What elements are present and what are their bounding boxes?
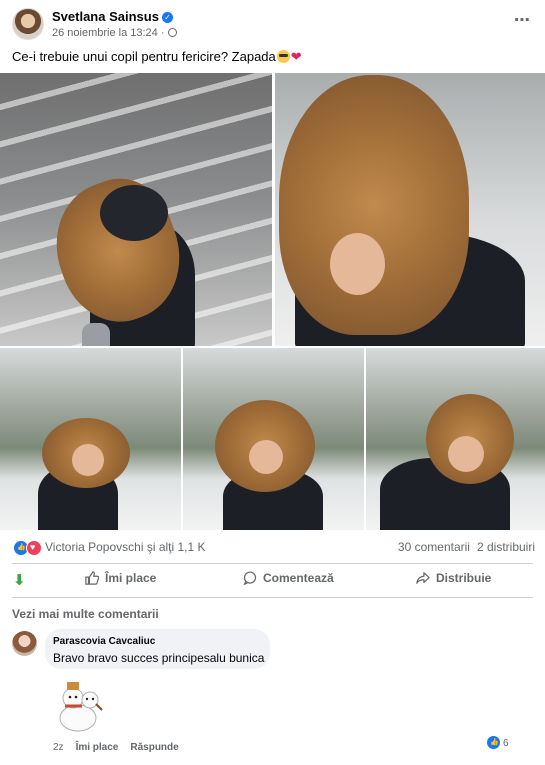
comment-meta: 2z Îmi place Răspunde xyxy=(53,742,191,753)
verified-badge-icon: ✓ xyxy=(161,12,173,23)
sunglasses-emoji-icon xyxy=(276,50,290,63)
comment-reaction-count: 6 xyxy=(503,738,509,749)
author-avatar[interactable] xyxy=(12,8,44,40)
share-count[interactable]: 2 distribuiri xyxy=(477,540,535,554)
comment-button[interactable]: Comentează xyxy=(243,571,334,585)
comment-bubble-icon xyxy=(243,571,257,585)
child-face-shape xyxy=(72,444,104,476)
share-button[interactable]: Distribuie xyxy=(416,571,491,585)
glove-shape xyxy=(82,323,110,346)
post-photo-2[interactable] xyxy=(275,73,545,346)
like-label: Îmi place xyxy=(105,571,157,585)
heart-emoji-icon: ❤ xyxy=(290,49,302,64)
reactions-summary: Victoria Popovschi şi alţi 1,1 K 30 come… xyxy=(0,534,545,560)
post-meta: 26 noiembrie la 13:24 · xyxy=(52,27,177,39)
author-name[interactable]: Svetlana Sainsus xyxy=(52,9,159,24)
fur-hat-shape xyxy=(279,75,469,335)
reactors-text[interactable]: Victoria Popovschi şi alţi 1,1 K xyxy=(45,540,206,554)
comment-like-link[interactable]: Îmi place xyxy=(76,742,119,753)
more-options-icon[interactable]: ⋯ xyxy=(514,10,531,30)
post-header: Svetlana Sainsus ✓ 26 noiembrie la 13:24 … xyxy=(0,0,545,44)
divider xyxy=(12,563,533,564)
post-photo-5[interactable] xyxy=(366,348,545,530)
engagement-counts: 30 comentarii 2 distribuiri xyxy=(391,540,535,554)
love-reaction-icon[interactable] xyxy=(26,540,42,556)
view-more-comments-link[interactable]: Vezi mai multe comentarii xyxy=(12,607,159,621)
child-face-shape xyxy=(249,440,283,474)
share-label: Distribuie xyxy=(436,571,492,585)
like-button[interactable]: Îmi place xyxy=(85,571,156,585)
comment-reply-link[interactable]: Răspunde xyxy=(130,742,178,753)
post-timestamp[interactable]: 26 noiembrie la 13:24 xyxy=(52,27,158,39)
thumbs-up-icon xyxy=(85,571,99,585)
comment-count[interactable]: 30 comentarii xyxy=(398,540,470,554)
commenter-avatar[interactable] xyxy=(12,631,37,656)
globe-icon xyxy=(167,28,177,37)
comment-reactions[interactable]: 6 xyxy=(487,736,509,750)
boost-arrow-icon[interactable]: ⬇ xyxy=(13,571,26,589)
post-photo-4[interactable] xyxy=(183,348,364,530)
child-face-shape xyxy=(448,436,484,472)
divider xyxy=(12,597,533,598)
snowman-sticker-icon xyxy=(59,682,103,732)
comment-text: Bravo bravo succes principesalu bunica xyxy=(53,651,265,665)
hat-top-shape xyxy=(100,185,168,241)
author-name-row: Svetlana Sainsus ✓ xyxy=(52,9,173,24)
comment-author[interactable]: Parascovia Cavcaliuc xyxy=(53,636,155,647)
comment-time[interactable]: 2z xyxy=(53,742,64,753)
post-actions: ⬇ Îmi place Comentează Distribuie xyxy=(0,565,545,595)
comment-label: Comentează xyxy=(263,571,334,585)
child-face-shape xyxy=(330,233,385,295)
caption-text: Ce-i trebuie unui copil pentru fericire?… xyxy=(12,49,276,64)
post-caption: Ce-i trebuie unui copil pentru fericire?… xyxy=(12,49,302,65)
like-reaction-icon xyxy=(487,736,500,749)
post-photo-1[interactable]: ◀) xyxy=(0,73,272,346)
post-photo-3[interactable] xyxy=(0,348,181,530)
share-arrow-icon xyxy=(416,572,430,584)
